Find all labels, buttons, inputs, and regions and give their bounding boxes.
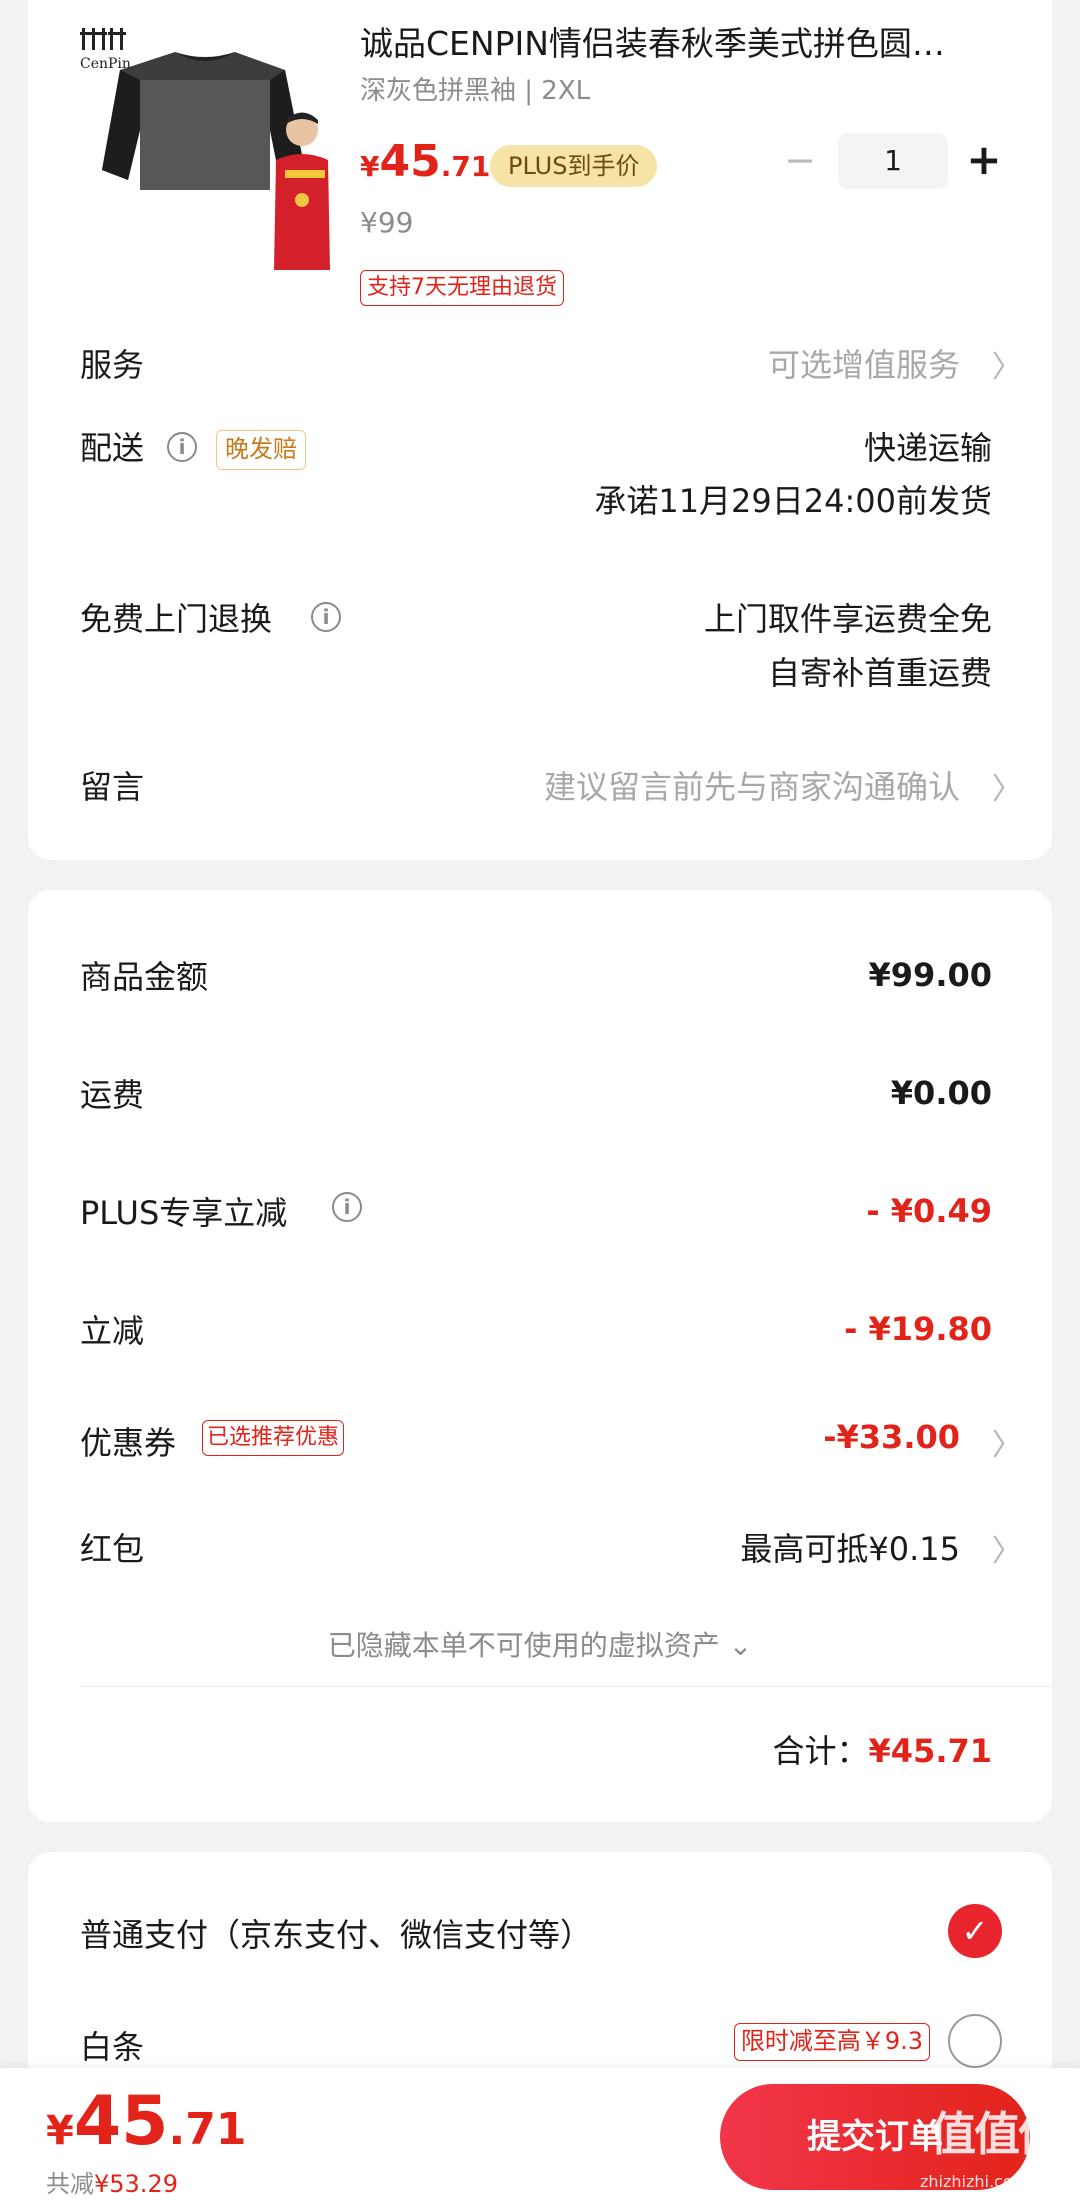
product-price: ¥45.71: [360, 136, 490, 187]
free-return-info-icon[interactable]: i: [311, 602, 341, 632]
checkout-price-integer: 45: [73, 2082, 169, 2161]
service-chevron-icon[interactable]: 〉: [992, 342, 1022, 386]
price-integer: 45: [379, 136, 441, 187]
coupon-recommended-tag: 已选推荐优惠: [202, 1420, 345, 1456]
baitiao-radio[interactable]: [948, 2014, 1002, 2068]
quantity-input[interactable]: 1: [838, 133, 948, 189]
service-value[interactable]: 可选增值服务: [768, 340, 960, 386]
delivery-info-icon[interactable]: i: [167, 432, 197, 462]
price-summary-card: [28, 890, 1052, 1822]
message-input[interactable]: 建议留言前先与商家沟通确认: [544, 762, 960, 808]
free-return-line1: 上门取件享运费全免: [703, 600, 992, 638]
watermark-url: zhizhizhi.com: [920, 2172, 1029, 2191]
goods-amount-value: ¥99.00: [868, 956, 992, 994]
baitiao-promo-tag: 限时减至高￥9.3: [733, 2023, 930, 2061]
product-spec[interactable]: 深灰色拼黑袖 | 2XL: [360, 70, 590, 107]
delivery-method: 快递运输: [863, 429, 992, 467]
coupon-chevron-icon[interactable]: 〉: [992, 1420, 1022, 1464]
order-total: 合计：¥45.71: [773, 1726, 993, 1772]
delivery-label: 配送: [80, 429, 145, 467]
free-return-label: 免费上门退换: [80, 600, 273, 638]
price-symbol: ¥: [360, 150, 380, 183]
total-label: 合计：: [772, 1732, 869, 1770]
total-value: ¥45.71: [868, 1732, 992, 1770]
delivery-promise: 承诺11月29日24:00前发货: [594, 482, 992, 520]
normal-payment-checked-icon[interactable]: ✓: [948, 1904, 1002, 1958]
brand-logo: CenPin: [80, 56, 131, 72]
plus-price-badge: PLUS到手价: [490, 145, 658, 187]
hidden-assets-text: 已隐藏本单不可使用的虚拟资产: [327, 1629, 720, 1662]
coupon-label: 优惠券: [80, 1424, 177, 1462]
coupon-value[interactable]: -¥33.00: [823, 1418, 960, 1456]
red-packet-value[interactable]: 最高可抵¥0.15: [740, 1524, 960, 1570]
return-policy-tag: 支持7天无理由退货: [360, 270, 564, 306]
message-label: 留言: [80, 768, 145, 806]
plus-discount-label: PLUS专享立减: [80, 1194, 288, 1232]
plus-discount-value: - ¥0.49: [866, 1192, 992, 1230]
hidden-assets-toggle[interactable]: 已隐藏本单不可使用的虚拟资产 ⌄: [0, 1624, 1080, 1664]
price-decimal: .71: [440, 150, 491, 183]
original-price: ¥99: [360, 206, 414, 239]
normal-payment-label[interactable]: 普通支付（京东支付、微信支付等）: [80, 1910, 592, 1956]
service-label: 服务: [80, 346, 145, 384]
red-packet-chevron-icon[interactable]: 〉: [992, 1526, 1022, 1570]
total-saved: 共减¥53.29: [46, 2164, 178, 2199]
red-packet-label: 红包: [80, 1530, 145, 1568]
watermark-logo: 值值值: [930, 2107, 1064, 2161]
quantity-decrease-button[interactable]: −: [780, 140, 820, 180]
checkout-price: ¥45.71: [46, 2082, 246, 2161]
instant-discount-value: - ¥19.80: [844, 1310, 992, 1348]
total-saved-label: 共减: [46, 2170, 94, 2198]
chevron-down-icon: ⌄: [728, 1629, 753, 1662]
quantity-increase-button[interactable]: +: [962, 135, 1006, 187]
message-chevron-icon[interactable]: 〉: [992, 764, 1022, 808]
baitiao-label[interactable]: 白条: [80, 2022, 144, 2068]
late-compensation-tag: 晚发赔: [216, 430, 306, 470]
shipping-value: ¥0.00: [890, 1074, 992, 1112]
instant-discount-label: 立减: [80, 1312, 145, 1350]
free-return-line2: 自寄补首重运费: [767, 654, 992, 692]
checkout-price-symbol: ¥: [46, 2108, 74, 2154]
checkout-price-decimal: .71: [168, 2104, 247, 2155]
total-saved-value: ¥53.29: [94, 2170, 178, 2198]
goods-amount-label: 商品金额: [80, 958, 209, 996]
product-image[interactable]: CenPin: [80, 20, 330, 270]
product-title[interactable]: 诚品CENPIN情侣装春秋季美式拼色圆…: [360, 22, 1000, 66]
shipping-label: 运费: [80, 1076, 145, 1114]
summary-divider: [80, 1686, 1052, 1687]
plus-discount-info-icon[interactable]: i: [332, 1192, 362, 1222]
